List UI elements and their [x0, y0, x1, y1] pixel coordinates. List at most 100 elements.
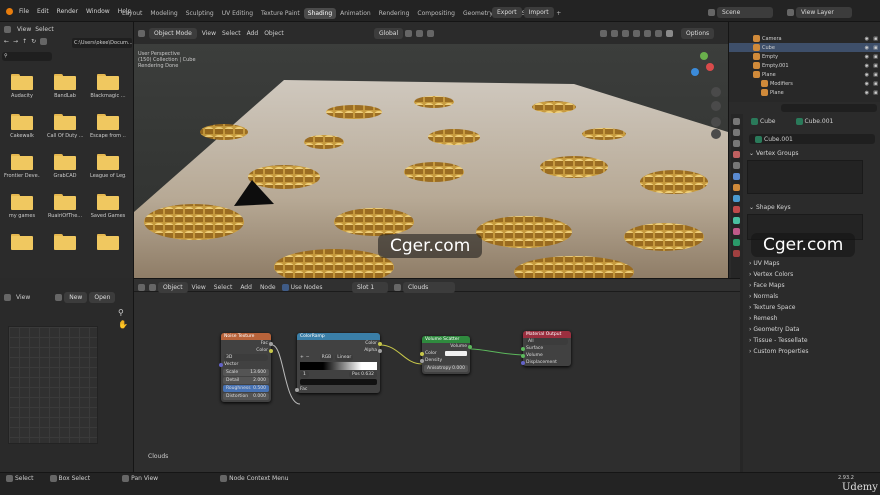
viewport-editor-icon[interactable]: [138, 30, 145, 37]
folder-item[interactable]: [90, 234, 126, 253]
tab-animation[interactable]: Animation: [336, 8, 375, 19]
path-field[interactable]: C:\Users\okee\Docum...: [72, 38, 132, 48]
view-layer-field[interactable]: View Layer: [796, 7, 852, 18]
folder-item[interactable]: RuairiOfThe...: [47, 194, 83, 219]
folder-item[interactable]: League of Leg...: [90, 154, 126, 179]
outliner-item[interactable]: Empty ◉ ▣: [729, 52, 880, 61]
ramp-stop-index-field[interactable]: 1: [300, 371, 309, 378]
tab-sculpting[interactable]: Sculpting: [182, 8, 218, 19]
folder-item[interactable]: Saved Games: [90, 194, 126, 219]
overlay-icon[interactable]: [622, 30, 629, 37]
eye-icon[interactable]: ◉: [865, 45, 869, 51]
ie-view-menu[interactable]: View: [13, 294, 33, 301]
section-geometry-data[interactable]: › Geometry Data: [749, 326, 799, 333]
ramp-color-mode-dropdown[interactable]: RGB: [319, 354, 334, 361]
orientation-dropdown[interactable]: Global: [374, 28, 404, 39]
outliner-item[interactable]: Empty.001 ◉ ▣: [729, 61, 880, 70]
shading-solid-icon[interactable]: [644, 30, 651, 37]
add-workspace-icon[interactable]: +: [552, 8, 565, 19]
ramp-gradient-bar[interactable]: [300, 362, 377, 370]
properties-tab-icon[interactable]: [733, 217, 740, 224]
camera-render-icon[interactable]: ▣: [873, 81, 878, 87]
noise-roughness-field[interactable]: Roughness 0.500: [223, 385, 269, 392]
new-image-button[interactable]: New: [64, 292, 88, 303]
camera-render-icon[interactable]: ▣: [873, 72, 878, 78]
import-button[interactable]: Import: [523, 7, 554, 18]
zoom-icon[interactable]: ⚲: [118, 308, 124, 317]
section-custom-properties[interactable]: › Custom Properties: [749, 348, 809, 355]
properties-search-input[interactable]: [781, 104, 877, 112]
folder-item[interactable]: Cakewalk: [4, 114, 40, 139]
properties-tab-icon[interactable]: [733, 184, 740, 191]
snap-icon[interactable]: [416, 30, 424, 37]
section-texture-space[interactable]: › Texture Space: [749, 304, 795, 311]
props-data-name[interactable]: Cube.001: [805, 118, 834, 125]
menu-edit[interactable]: Edit: [33, 8, 53, 15]
new-folder-icon[interactable]: [40, 38, 48, 45]
folder-item[interactable]: Call Of Duty ...: [47, 114, 83, 139]
menu-render[interactable]: Render: [53, 8, 82, 15]
image-canvas[interactable]: [8, 326, 98, 444]
tab-layout[interactable]: Layout: [118, 8, 146, 19]
hand-icon[interactable]: ✋: [118, 320, 128, 329]
menu-file[interactable]: File: [15, 8, 33, 15]
folder-item[interactable]: [4, 234, 40, 253]
properties-tab-icon[interactable]: [733, 118, 740, 125]
mesh-name-field[interactable]: Cube.001: [764, 136, 793, 143]
properties-tab-icon[interactable]: [733, 129, 740, 136]
eye-icon[interactable]: ◉: [865, 63, 869, 69]
back-arrow-icon[interactable]: ←: [2, 38, 11, 45]
eye-icon[interactable]: ◉: [865, 36, 869, 42]
volume-color-swatch[interactable]: [445, 351, 467, 356]
camera-render-icon[interactable]: ▣: [873, 36, 878, 42]
folder-item[interactable]: my games: [4, 194, 40, 219]
properties-tab-icon[interactable]: [733, 162, 740, 169]
outliner-item[interactable]: Plane ◉ ▣: [729, 70, 880, 79]
camera-render-icon[interactable]: ▣: [873, 90, 878, 96]
object-mode-dropdown[interactable]: Object Mode: [149, 28, 197, 39]
camera-render-icon[interactable]: ▣: [873, 45, 878, 51]
eye-icon[interactable]: ◉: [865, 81, 869, 87]
vertex-groups-list[interactable]: [747, 160, 863, 194]
outliner-item[interactable]: Modifiers ◉ ▣: [729, 79, 880, 88]
noise-dimension-dropdown[interactable]: 3D: [224, 354, 268, 361]
node-color-ramp[interactable]: ColorRamp Color Alpha + − RGB Linear 1 Po…: [295, 333, 382, 393]
shader-node-editor[interactable]: Object View Select Add Node Use Nodes Sl…: [134, 278, 740, 472]
node-volume-scatter[interactable]: Volume Scatter Volume Color Density Anis…: [420, 336, 472, 374]
gizmo-axes[interactable]: [691, 52, 714, 76]
vp-menu-add[interactable]: Add: [244, 30, 262, 37]
volume-anisotropy-field[interactable]: Anisotropy 0.000: [424, 365, 468, 372]
camera-render-icon[interactable]: ▣: [873, 54, 878, 60]
filter-search-input[interactable]: ⚲: [2, 52, 52, 61]
vp-menu-select[interactable]: Select: [219, 30, 244, 37]
folder-item[interactable]: [47, 234, 83, 253]
section-vertex-colors[interactable]: › Vertex Colors: [749, 271, 793, 278]
options-dropdown[interactable]: Options: [681, 28, 715, 39]
folder-item[interactable]: Frontier Deve...: [4, 154, 40, 179]
fb-view-menu[interactable]: View: [17, 26, 31, 33]
blender-logo-icon[interactable]: [6, 8, 13, 15]
image-editor-icon[interactable]: [4, 294, 11, 301]
ramp-add-icon[interactable]: +: [300, 354, 304, 361]
camera-render-icon[interactable]: ▣: [873, 63, 878, 69]
properties-tab-icon[interactable]: [733, 228, 740, 235]
props-object-name[interactable]: Cube: [760, 118, 776, 125]
shading-rendered-icon[interactable]: [666, 30, 673, 37]
gizmo-icon[interactable]: [611, 30, 618, 37]
navigation-buttons[interactable]: [711, 87, 721, 139]
eye-icon[interactable]: ◉: [865, 72, 869, 78]
tab-compositing[interactable]: Compositing: [413, 8, 459, 19]
vp-menu-view[interactable]: View: [199, 30, 219, 37]
folder-item[interactable]: GrabCAD: [47, 154, 83, 179]
eye-icon[interactable]: ◉: [865, 54, 869, 60]
eye-icon[interactable]: ◉: [865, 90, 869, 96]
folder-item[interactable]: Blackmagic ...: [90, 74, 126, 99]
properties-tab-icon[interactable]: [733, 239, 740, 246]
tab-uv-editing[interactable]: UV Editing: [218, 8, 257, 19]
section-face-maps[interactable]: › Face Maps: [749, 282, 785, 289]
folder-item[interactable]: BandLab: [47, 74, 83, 99]
refresh-icon[interactable]: ↻: [29, 38, 38, 45]
ramp-interp-dropdown[interactable]: Linear: [335, 354, 354, 361]
folder-item[interactable]: Escape from ...: [90, 114, 126, 139]
scene-field[interactable]: Scene: [717, 7, 773, 18]
